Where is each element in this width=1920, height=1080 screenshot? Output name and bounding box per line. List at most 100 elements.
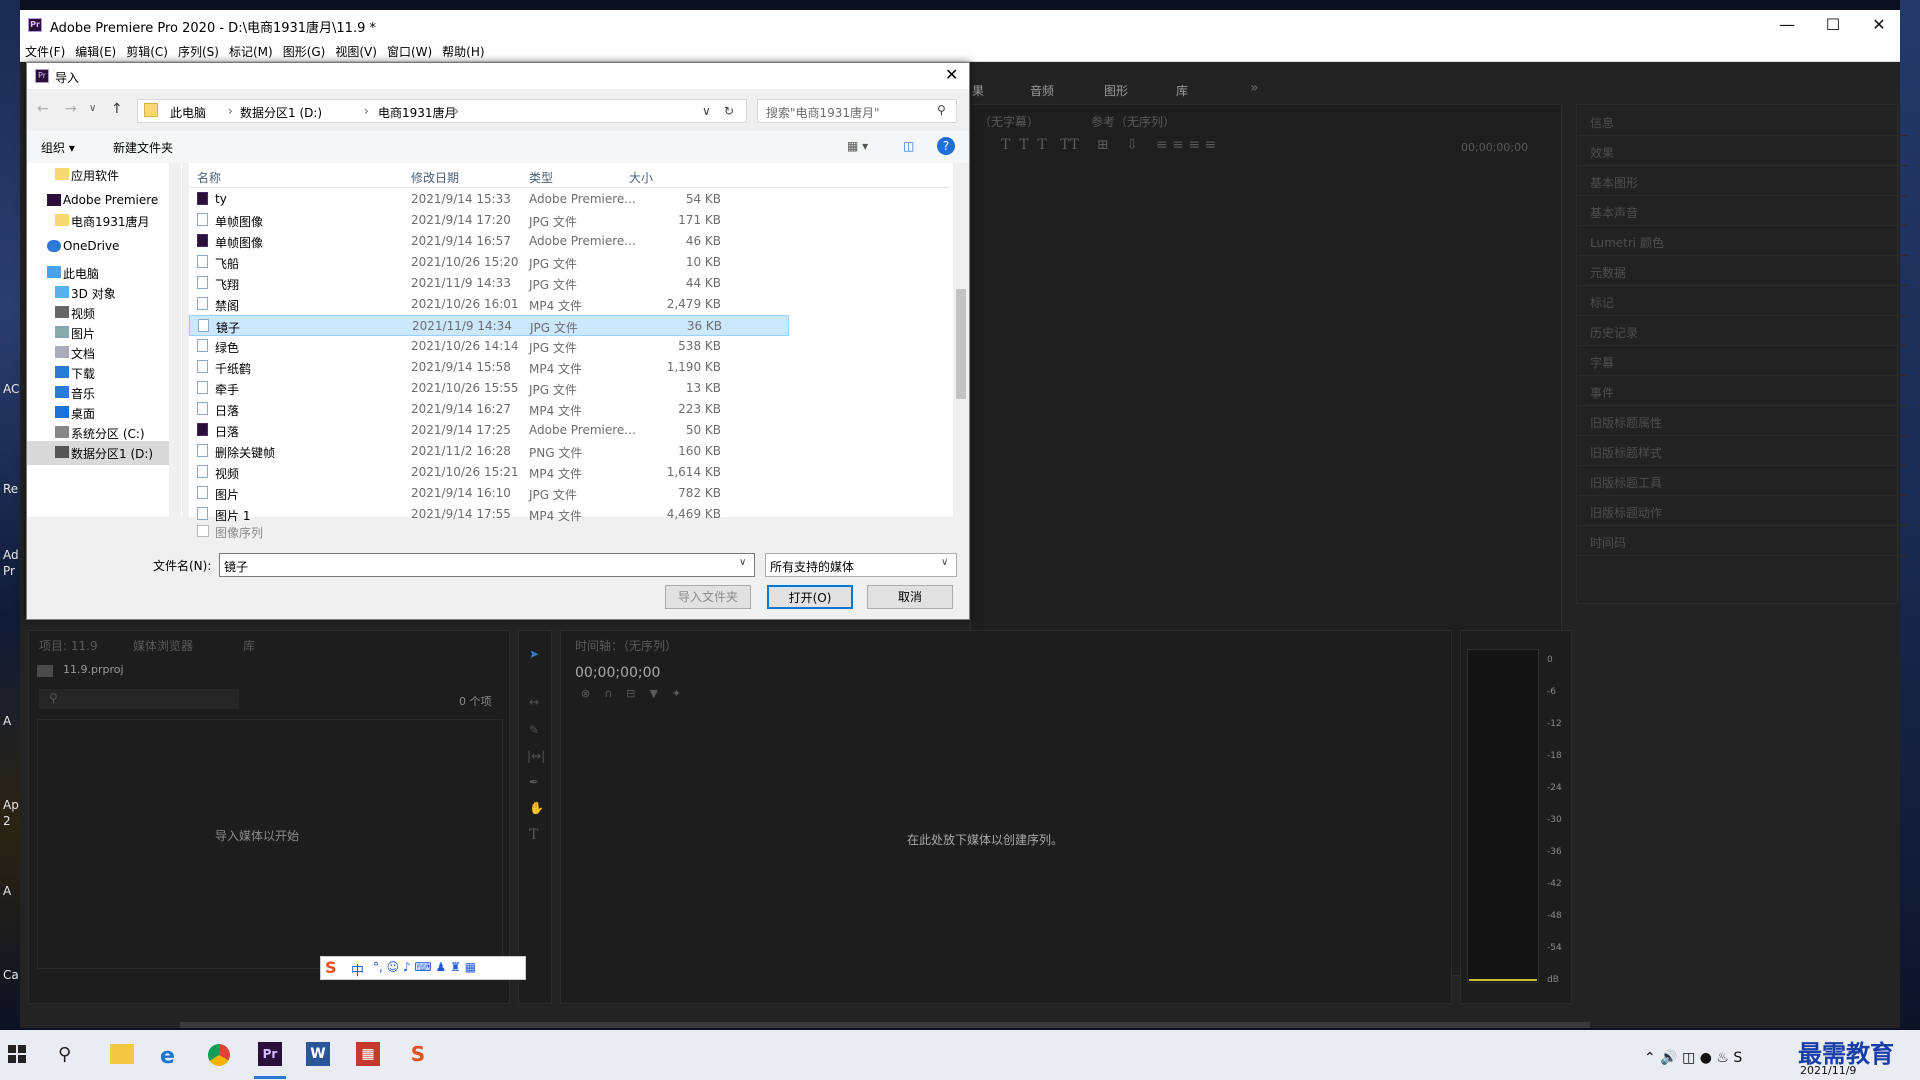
nav-item-drive-d[interactable]: 数据分区1 (D:) — [27, 441, 177, 465]
image-sequence-checkbox[interactable] — [197, 525, 209, 537]
nav-scrollbar[interactable] — [169, 163, 181, 517]
column-size[interactable]: 大小 — [629, 169, 653, 186]
timeline-tab[interactable]: 时间轴：（无序列） — [575, 637, 677, 654]
file-row[interactable]: ty 2021/9/14 15:33 Adobe Premiere... 54 KB — [189, 189, 789, 210]
workspace-tab-effects[interactable]: 果 — [972, 82, 984, 99]
file-row[interactable]: 单帧图像 2021/9/14 16:57 Adobe Premiere... 46 K… — [189, 231, 789, 252]
tab-project[interactable]: 项目: 11.9 — [39, 637, 98, 654]
ime-mode[interactable]: 中 — [351, 960, 364, 979]
panel-history[interactable]: 历史记录 — [1578, 318, 1908, 346]
file-row[interactable]: 镜子 2021/11/9 14:34 JPG 文件 36 KB — [189, 315, 789, 336]
chrome-icon[interactable] — [208, 1044, 230, 1066]
file-row[interactable]: 飞翔 2021/11/9 14:33 JPG 文件 44 KB — [189, 273, 789, 294]
chevron-down-icon[interactable]: ∨ — [702, 104, 711, 118]
slip-tool-icon[interactable]: |↔| — [527, 749, 545, 763]
panel-timecode[interactable]: 时间码 — [1578, 528, 1908, 556]
back-icon[interactable]: ← — [37, 101, 49, 117]
breadcrumb-drive-d[interactable]: 数据分区1 (D:) — [240, 104, 322, 121]
column-name[interactable]: 名称 — [197, 169, 221, 186]
workspace-tab-graphics[interactable]: 图形 — [1104, 82, 1128, 99]
menu-window[interactable]: 窗口(W) — [382, 40, 437, 60]
tab-library[interactable]: 库 — [243, 637, 255, 654]
workspace-tab-library[interactable]: 库 — [1176, 82, 1188, 99]
close-button[interactable]: ✕ — [1856, 10, 1902, 40]
sogou-taskbar-icon[interactable]: S — [406, 1042, 430, 1066]
tab-media-browser[interactable]: 媒体浏览器 — [133, 637, 193, 654]
panel-lumetri-color[interactable]: Lumetri 颜色 — [1578, 228, 1908, 256]
file-row[interactable]: 单帧图像 2021/9/14 17:20 JPG 文件 171 KB — [189, 210, 789, 231]
panel-info[interactable]: 信息 — [1578, 108, 1908, 136]
menu-marker[interactable]: 标记(M) — [224, 40, 278, 60]
panel-effects[interactable]: 效果 — [1578, 138, 1908, 166]
minimize-button[interactable]: — — [1764, 10, 1810, 40]
ime-tool-icons[interactable]: °, ☺ ♪ ⌨ ♟ ♜ ▦ — [373, 960, 476, 974]
file-row[interactable]: 视频 2021/10/26 15:21 MP4 文件 1,614 KB — [189, 462, 789, 483]
file-row[interactable]: 图片 1 2021/9/14 17:55 MP4 文件 4,469 KB — [189, 504, 789, 525]
file-row[interactable]: 删除关键帧 2021/11/2 16:28 PNG 文件 160 KB — [189, 441, 789, 462]
panel-captions[interactable]: 字幕 — [1578, 348, 1908, 376]
word-icon[interactable]: W — [306, 1042, 330, 1066]
selection-tool-icon[interactable]: ➤ — [529, 647, 539, 661]
source-tab-captions[interactable]: （无字幕） — [979, 113, 1039, 130]
file-explorer-icon[interactable] — [110, 1044, 134, 1064]
panel-legacy-title-actions[interactable]: 旧版标题动作 — [1578, 498, 1908, 526]
panel-legacy-title-properties[interactable]: 旧版标题属性 — [1578, 408, 1908, 436]
razor-tool-icon[interactable]: ✎ — [529, 723, 539, 737]
maximize-button[interactable]: ☐ — [1810, 10, 1856, 40]
filename-input[interactable]: 镜子 — [219, 553, 755, 577]
chevron-down-icon[interactable]: ∨ — [739, 557, 746, 568]
panel-legacy-title-styles[interactable]: 旧版标题样式 — [1578, 438, 1908, 466]
help-icon[interactable]: ? — [937, 137, 955, 155]
organize-button[interactable]: 组织 ▾ — [41, 139, 75, 156]
open-button[interactable]: 打开(O) — [767, 585, 853, 609]
cancel-button[interactable]: 取消 — [867, 585, 953, 609]
project-bin-area[interactable] — [37, 719, 503, 969]
refresh-icon[interactable]: ↻ — [724, 104, 734, 118]
file-row[interactable]: 图片 2021/9/14 16:10 JPG 文件 782 KB — [189, 483, 789, 504]
panel-events[interactable]: 事件 — [1578, 378, 1908, 406]
recent-dropdown-icon[interactable]: ∨ — [89, 103, 96, 114]
file-row[interactable]: 绿色 2021/10/26 14:14 JPG 文件 538 KB — [189, 336, 789, 357]
text-style-icons[interactable]: T T T TT ⊞ ⇩ ≡ ≡ ≡ ≡ — [1001, 137, 1216, 153]
workspace-scrollbar[interactable] — [180, 1022, 1590, 1028]
search-icon[interactable]: ⚲ — [58, 1044, 88, 1074]
nav-item-onedrive[interactable]: OneDrive — [27, 235, 177, 259]
menu-clip[interactable]: 剪辑(C) — [121, 40, 173, 60]
scrollbar-thumb[interactable] — [956, 289, 966, 399]
menu-edit[interactable]: 编辑(E) — [70, 40, 121, 60]
view-options-icon[interactable]: ▦ ▾ — [847, 139, 868, 153]
breadcrumb-folder[interactable]: 电商1931唐月 — [378, 104, 457, 121]
type-tool-icon[interactable]: T — [529, 827, 538, 843]
new-folder-button[interactable]: 新建文件夹 — [113, 139, 173, 156]
pen-tool-icon[interactable]: ✒ — [529, 775, 539, 789]
preview-pane-icon[interactable]: ◫ — [903, 139, 914, 153]
file-list-scrollbar[interactable] — [953, 163, 969, 517]
menu-graphics[interactable]: 图形(G) — [278, 40, 331, 60]
source-tab-reference[interactable]: 参考（无序列） — [1091, 113, 1175, 130]
forward-icon[interactable]: → — [65, 101, 77, 117]
up-icon[interactable]: ↑ — [111, 101, 123, 117]
nav-item-project-folder[interactable]: 电商1931唐月 — [27, 209, 177, 233]
panel-essential-sound[interactable]: 基本声音 — [1578, 198, 1908, 226]
file-row[interactable]: 日落 2021/9/14 16:27 MP4 文件 223 KB — [189, 399, 789, 420]
file-row[interactable]: 千纸鹤 2021/9/14 15:58 MP4 文件 1,190 KB — [189, 357, 789, 378]
more-tabs-icon[interactable]: » — [1250, 80, 1259, 96]
timeline-tool-icons[interactable]: ⊗ ∩ ⊟ ▼ ✦ — [581, 687, 681, 700]
menu-file[interactable]: 文件(F) — [20, 40, 70, 60]
menu-view[interactable]: 视图(V) — [330, 40, 382, 60]
file-row[interactable]: 飞船 2021/10/26 15:20 JPG 文件 10 KB — [189, 252, 789, 273]
hand-tool-icon[interactable]: ✋ — [529, 801, 544, 815]
ime-toolbar[interactable]: S 中 °, ☺ ♪ ⌨ ♟ ♜ ▦ — [320, 956, 526, 980]
file-row[interactable]: 禁阁 2021/10/26 16:01 MP4 文件 2,479 KB — [189, 294, 789, 315]
breadcrumb-this-pc[interactable]: 此电脑 — [170, 104, 206, 121]
tray-icons[interactable]: ⌃ 🔊 ◫ ● ♨ S — [1644, 1050, 1742, 1066]
panel-metadata[interactable]: 元数据 — [1578, 258, 1908, 286]
column-type[interactable]: 类型 — [529, 169, 553, 186]
start-button[interactable] — [8, 1045, 26, 1063]
project-search-input[interactable] — [39, 689, 239, 709]
workspace-tab-audio[interactable]: 音频 — [1030, 82, 1054, 99]
ripple-tool-icon[interactable]: ↔ — [529, 695, 539, 709]
filetype-select[interactable]: 所有支持的媒体 — [765, 553, 957, 577]
image-app-icon[interactable]: ▦ — [356, 1042, 380, 1066]
file-row[interactable]: 日落 2021/9/14 17:25 Adobe Premiere... 50 KB — [189, 420, 789, 441]
